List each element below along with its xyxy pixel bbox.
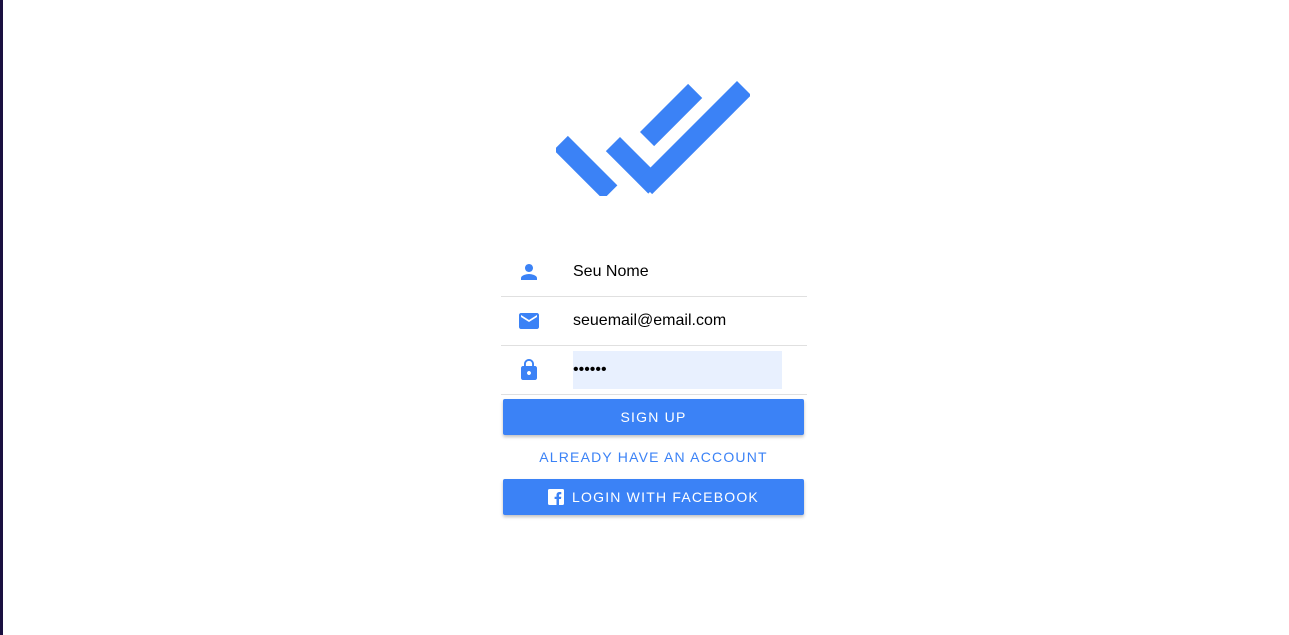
- signup-button-label: Sign up: [620, 409, 687, 425]
- password-input[interactable]: [573, 351, 782, 389]
- password-field-row: [501, 346, 807, 395]
- login-facebook-label: Login with Facebook: [572, 489, 759, 505]
- login-facebook-button[interactable]: Login with Facebook: [503, 479, 804, 515]
- name-input[interactable]: [573, 253, 782, 291]
- mail-icon: [519, 313, 539, 329]
- already-have-account-label: Already have an account: [539, 449, 768, 465]
- name-field-row: [501, 248, 807, 297]
- person-icon: [521, 264, 537, 280]
- lock-icon: [521, 359, 537, 380]
- facebook-icon: [548, 489, 565, 505]
- double-check-icon: [556, 81, 750, 196]
- email-input[interactable]: [573, 302, 782, 340]
- signup-button[interactable]: Sign up: [503, 399, 804, 435]
- window-left-edge: [0, 0, 3, 635]
- already-have-account-button[interactable]: Already have an account: [503, 439, 804, 475]
- email-field-row: [501, 297, 807, 346]
- signup-form: Sign up Already have an account Login wi…: [501, 248, 807, 515]
